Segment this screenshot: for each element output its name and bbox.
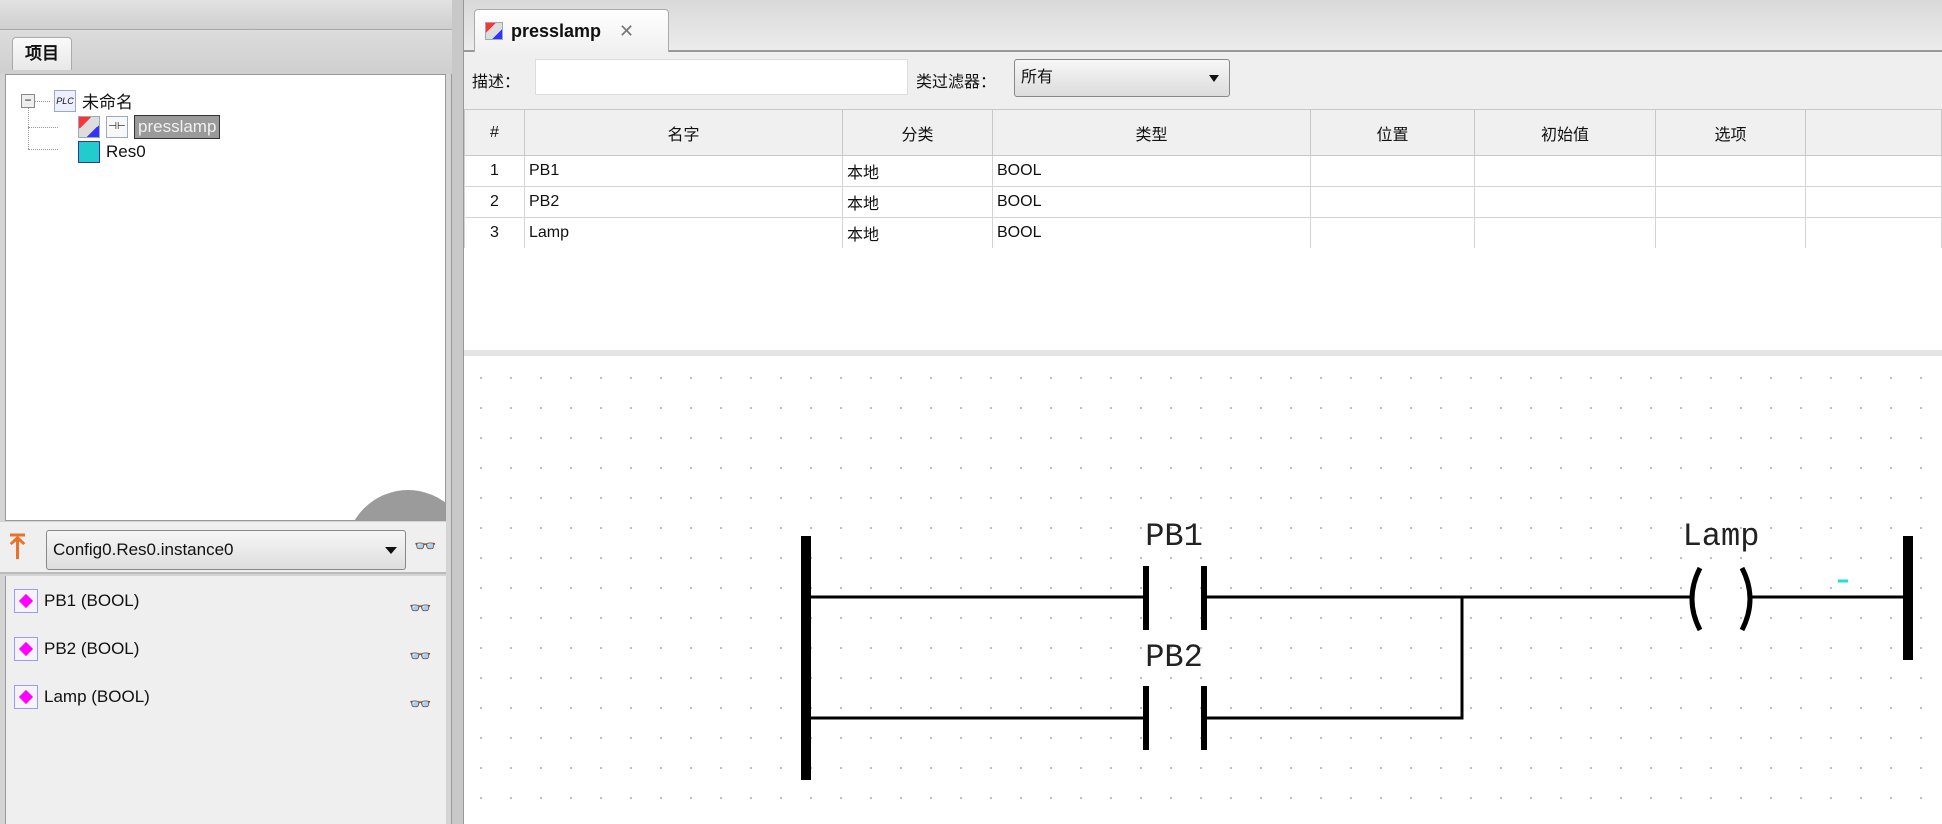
cell[interactable] (1474, 155, 1656, 187)
editor-panel: presslamp ✕ 描述： 类过滤器： 所有 # 名字 分类 类型 位置 初… (464, 0, 1942, 824)
column-header[interactable]: 选项 (1655, 109, 1806, 156)
cell[interactable]: 2 (464, 186, 525, 218)
variables-table: # 名字 分类 类型 位置 初始值 选项 1 PB1 本地 BOOL 2 PB2 本地 BO… (464, 109, 1942, 249)
table-row[interactable]: 3 Lamp 本地 BOOL (464, 217, 1942, 249)
project-tree: − PLC 未命名 ⊣⊢ presslamp Res0 (5, 74, 446, 521)
ladder-icon: ⊣⊢ (106, 116, 128, 138)
cell (1805, 186, 1942, 218)
tree-item-label: Res0 (106, 142, 146, 161)
table-row[interactable]: 2 PB2 本地 BOOL (464, 186, 1942, 218)
class-filter-label: 类过滤器： (916, 74, 997, 91)
program-icon (485, 22, 503, 40)
tab-presslamp[interactable]: presslamp ✕ (474, 9, 669, 52)
tree-item-res0[interactable]: Res0 (78, 141, 146, 163)
tree-item-project[interactable]: PLC 未命名 (54, 88, 133, 113)
left-panel: 项目 − PLC 未命名 ⊣⊢ presslamp Res0 ⤒ Config0… (0, 0, 452, 824)
cell[interactable] (1655, 217, 1806, 249)
glasses-icon[interactable]: 👓 (409, 694, 431, 715)
splitter[interactable] (452, 0, 464, 824)
collapse-toggle[interactable]: − (21, 94, 35, 108)
contact-label[interactable]: PB1 (1145, 518, 1203, 555)
close-icon[interactable]: ✕ (619, 21, 634, 42)
plc-icon: PLC (54, 89, 76, 112)
table-header: # 名字 分类 类型 位置 初始值 选项 (464, 109, 1942, 156)
program-icon (78, 116, 100, 138)
cell[interactable] (1474, 217, 1656, 249)
tree-item-label: presslamp (134, 115, 221, 139)
tab-project[interactable]: 项目 (12, 37, 72, 70)
variable-icon (14, 637, 38, 661)
variable-icon (14, 685, 38, 709)
cell[interactable]: 3 (464, 217, 525, 249)
cell[interactable] (1655, 186, 1806, 218)
instance-select[interactable]: Config0.Res0.instance0 (46, 530, 406, 570)
cell[interactable] (1655, 155, 1806, 187)
description-label: 描述： (472, 74, 521, 91)
cell[interactable]: 本地 (842, 186, 993, 218)
tree-item-label: 未命名 (82, 93, 133, 112)
cell[interactable]: BOOL (992, 186, 1311, 218)
variable-item[interactable]: PB2 (BOOL) (14, 637, 139, 661)
coil-lamp (1689, 566, 1753, 632)
cell[interactable]: 本地 (842, 217, 993, 249)
coil-label[interactable]: Lamp (1683, 518, 1760, 555)
variable-icon (14, 589, 38, 613)
glasses-icon[interactable]: 👓 (414, 536, 436, 557)
wire (1207, 597, 1464, 720)
column-header (1805, 109, 1942, 156)
cell[interactable]: BOOL (992, 155, 1311, 187)
variable-item[interactable]: PB1 (BOOL) (14, 589, 139, 613)
instance-value: Config0.Res0.instance0 (53, 540, 234, 559)
class-filter-value: 所有 (1021, 69, 1054, 86)
variable-label: PB2 (BOOL) (44, 639, 140, 658)
glasses-icon[interactable]: 👓 (409, 598, 431, 619)
class-filter-select[interactable]: 所有 (1014, 59, 1230, 97)
cell[interactable] (1310, 155, 1475, 187)
cell[interactable] (1310, 217, 1475, 249)
column-header[interactable]: 分类 (842, 109, 993, 156)
glasses-icon[interactable]: 👓 (409, 646, 431, 667)
left-top-bar (0, 0, 452, 30)
cell[interactable]: Lamp (524, 217, 843, 249)
contact-pb1 (1143, 566, 1207, 630)
table-row[interactable]: 1 PB1 本地 BOOL (464, 155, 1942, 187)
cell[interactable]: 本地 (842, 155, 993, 187)
tree-item-presslamp[interactable]: ⊣⊢ presslamp (78, 115, 221, 139)
cell[interactable] (1310, 186, 1475, 218)
tab-label: presslamp (511, 20, 602, 41)
cell (1805, 217, 1942, 249)
table-empty-area (464, 248, 1942, 350)
ladder-diagram (801, 536, 1913, 780)
resource-icon (78, 141, 100, 163)
variable-label: Lamp (BOOL) (44, 687, 150, 706)
chevron-down-icon (385, 547, 397, 554)
column-header[interactable]: 位置 (1310, 109, 1475, 156)
contact-label[interactable]: PB2 (1145, 639, 1203, 676)
column-header[interactable]: 类型 (992, 109, 1311, 156)
cell (1805, 155, 1942, 187)
cell[interactable]: PB2 (524, 186, 843, 218)
variable-label: PB1 (BOOL) (44, 591, 140, 610)
debug-toolbar: ⤒ Config0.Res0.instance0 👓 (0, 522, 446, 574)
arrow-up-icon[interactable]: ⤒ (10, 528, 25, 567)
column-header[interactable]: # (464, 109, 525, 156)
chevron-down-icon (1209, 75, 1219, 82)
variable-list: PB1 (BOOL) PB2 (BOOL) Lamp (BOOL) 👓 👓 👓 (5, 576, 446, 824)
ladder-canvas[interactable]: PB1 PB2 Lamp (464, 356, 1942, 824)
contact-pb2 (1143, 686, 1207, 750)
cell[interactable]: PB1 (524, 155, 843, 187)
variable-item[interactable]: Lamp (BOOL) (14, 685, 150, 709)
description-input[interactable] (535, 59, 908, 95)
column-header[interactable]: 初始值 (1474, 109, 1656, 156)
editor-tab-bar (464, 0, 1942, 52)
add-button[interactable] (346, 490, 445, 520)
cell[interactable]: 1 (464, 155, 525, 187)
cell[interactable]: BOOL (992, 217, 1311, 249)
cell[interactable] (1474, 186, 1656, 218)
column-header[interactable]: 名字 (524, 109, 843, 156)
